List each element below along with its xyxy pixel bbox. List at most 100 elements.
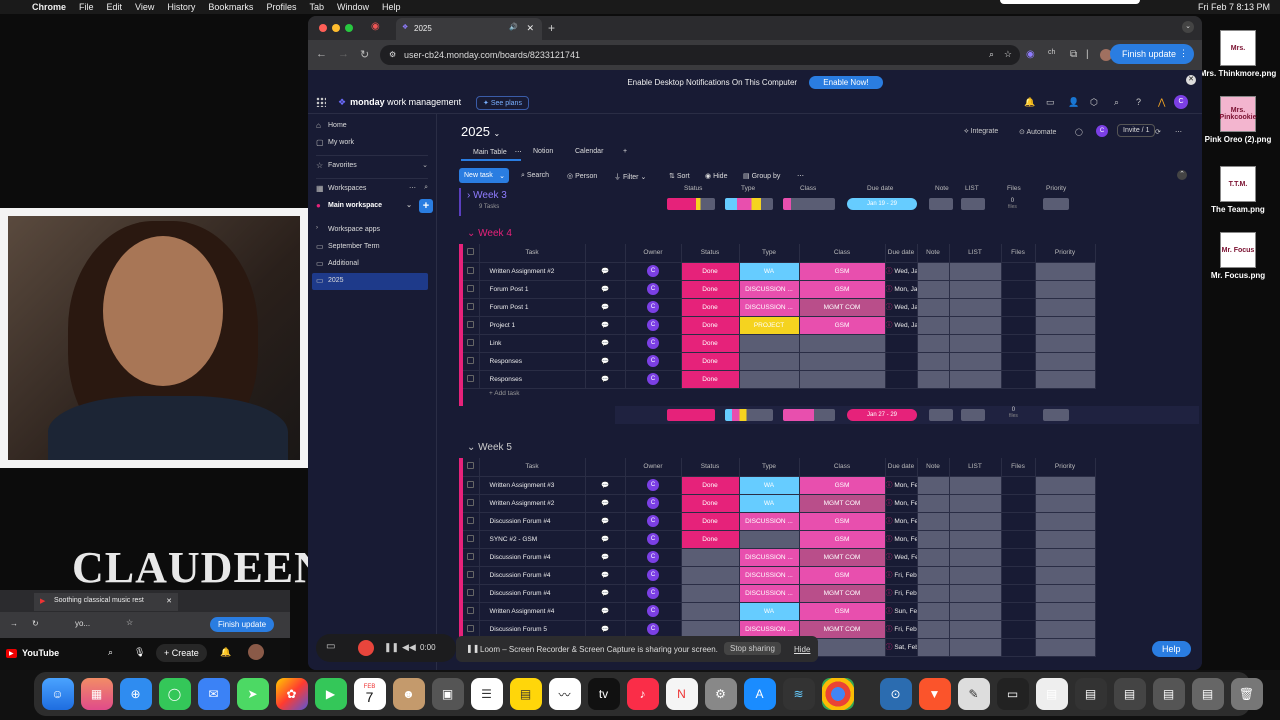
checkbox[interactable] <box>467 624 475 632</box>
files-cell[interactable] <box>1001 530 1036 549</box>
task-name-cell[interactable]: Responses <box>479 370 586 389</box>
priority-cell[interactable] <box>1035 584 1096 603</box>
safari-icon[interactable]: ⊕ <box>119 678 152 710</box>
note-cell[interactable] <box>917 566 950 585</box>
task-name-cell[interactable]: Written Assignment #3 <box>479 476 586 495</box>
type-cell[interactable] <box>739 334 800 353</box>
avatar[interactable]: C <box>647 587 659 599</box>
class-cell[interactable]: GSM <box>799 530 886 549</box>
due-range-pill[interactable]: Jan 19 - 29 <box>847 198 917 210</box>
group-toggle[interactable]: ⌄ Week 4 <box>467 228 512 239</box>
board-member-avatar[interactable]: C <box>1096 125 1108 137</box>
due-date-cell[interactable]: ⓘ Wed, Jan 29 <box>885 316 918 335</box>
table-row[interactable]: Discussion Forum #4 💬 C DISCUSSION ... MGMT … <box>463 584 1096 603</box>
brave-icon[interactable]: ▼ <box>918 678 951 710</box>
avatar[interactable]: C <box>647 337 659 349</box>
back-icon[interactable]: ← <box>316 48 327 60</box>
checkbox[interactable] <box>467 480 475 488</box>
add-update-icon[interactable]: 💬 <box>601 500 609 507</box>
calendar-icon[interactable]: FEB 7 <box>353 678 386 710</box>
row-checkbox-cell[interactable] <box>463 280 480 299</box>
stop-recording-button[interactable] <box>358 640 374 656</box>
row-checkbox-cell[interactable] <box>463 352 480 371</box>
textedit-icon[interactable]: ✎ <box>957 678 990 710</box>
type-cell[interactable]: DISCUSSION ... <box>739 512 800 531</box>
due-date-cell[interactable] <box>885 370 918 389</box>
type-summary-bar[interactable] <box>725 409 773 421</box>
status-cell[interactable]: Done <box>681 280 740 299</box>
task-name-cell[interactable]: Discussion Forum #4 <box>479 584 586 603</box>
list-cell[interactable] <box>949 530 1002 549</box>
see-plans-button[interactable]: ✦ See plans <box>476 96 529 110</box>
select-all-cell[interactable] <box>463 244 480 263</box>
site-info-icon[interactable]: ⚙ <box>389 50 396 59</box>
checkbox[interactable] <box>467 374 475 382</box>
add-update-cell[interactable]: 💬 <box>585 512 626 531</box>
row-checkbox-cell[interactable] <box>463 476 480 495</box>
class-cell[interactable]: MGMT COM <box>799 548 886 567</box>
search-icon[interactable]: ⌕ <box>424 184 428 192</box>
chevron-down-icon[interactable]: ⌄ <box>499 172 505 180</box>
add-update-icon[interactable]: 💬 <box>601 482 609 489</box>
due-date-cell[interactable]: ⓘ Mon, Feb 3 <box>885 476 918 495</box>
new-task-button[interactable]: New task ⌄ <box>459 168 509 183</box>
avatar[interactable]: C <box>647 569 659 581</box>
mini-url[interactable]: yo... <box>75 619 90 628</box>
files-cell[interactable] <box>1001 512 1036 531</box>
files-cell[interactable] <box>1001 494 1036 513</box>
due-date-cell[interactable]: ⓘ Mon, Jan 27 <box>885 280 918 299</box>
add-update-cell[interactable]: 💬 <box>585 316 626 335</box>
type-cell[interactable] <box>739 352 800 371</box>
row-checkbox-cell[interactable] <box>463 262 480 281</box>
more-icon[interactable]: ⋯ <box>797 172 804 180</box>
checkbox[interactable] <box>467 552 475 560</box>
table-row[interactable]: Discussion Forum #4 💬 C DISCUSSION ... MGMT … <box>463 548 1096 567</box>
task-name-cell[interactable]: Responses <box>479 352 586 371</box>
notes-icon[interactable]: ▤ <box>509 678 542 710</box>
row-checkbox-cell[interactable] <box>463 298 480 317</box>
table-row[interactable]: Forum Post 1 💬 C Done DISCUSSION ... GSM ⓘ Mon… <box>463 280 1096 299</box>
note-cell[interactable] <box>917 530 950 549</box>
owner-cell[interactable]: C <box>625 566 682 585</box>
forward-icon[interactable]: → <box>10 619 18 628</box>
owner-cell[interactable]: C <box>625 584 682 603</box>
note-cell[interactable] <box>917 512 950 531</box>
menu-profiles[interactable]: Profiles <box>266 2 296 12</box>
hide-button[interactable]: ◉ Hide <box>705 172 727 180</box>
priority-cell[interactable] <box>1035 370 1096 389</box>
menu-bookmarks[interactable]: Bookmarks <box>208 2 253 12</box>
apps-icon[interactable]: ⬡ <box>1090 97 1098 108</box>
avatar[interactable]: C <box>647 355 659 367</box>
class-summary-bar[interactable] <box>783 198 835 210</box>
avatar[interactable]: C <box>647 605 659 617</box>
menu-tab[interactable]: Tab <box>309 2 324 12</box>
add-update-cell[interactable]: 💬 <box>585 494 626 513</box>
board-title[interactable]: 2025 ⌄ <box>461 124 500 139</box>
document-icon[interactable]: ▤ <box>1074 678 1107 710</box>
pause-icon[interactable]: ❚❚ <box>384 642 399 653</box>
add-update-cell[interactable]: 💬 <box>585 334 626 353</box>
note-cell[interactable] <box>917 316 950 335</box>
files-cell[interactable] <box>1001 602 1036 621</box>
document-icon[interactable]: ▤ <box>1113 678 1146 710</box>
close-tab-icon[interactable]: ✕ <box>526 23 534 34</box>
menu-app-name[interactable]: Chrome <box>32 2 66 12</box>
checkbox[interactable] <box>467 534 475 542</box>
status-cell[interactable] <box>681 584 740 603</box>
maps-icon[interactable]: ➤ <box>236 678 269 710</box>
priority-cell[interactable] <box>1035 512 1096 531</box>
status-summary-bar[interactable] <box>667 409 715 421</box>
add-update-icon[interactable]: 💬 <box>601 268 609 275</box>
reload-icon[interactable]: ↻ <box>360 48 369 61</box>
add-view-button[interactable]: + <box>623 148 627 155</box>
status-cell[interactable]: Done <box>681 512 740 531</box>
avatar[interactable]: C <box>647 301 659 313</box>
type-cell[interactable] <box>739 530 800 549</box>
table-row[interactable]: Responses 💬 C Done <box>463 370 1096 389</box>
contacts-icon[interactable]: ☻ <box>392 678 425 710</box>
row-checkbox-cell[interactable] <box>463 512 480 531</box>
finder-icon[interactable]: ☺ <box>41 678 74 710</box>
class-cell[interactable] <box>799 334 886 353</box>
class-cell[interactable]: GSM <box>799 602 886 621</box>
class-cell[interactable] <box>799 352 886 371</box>
